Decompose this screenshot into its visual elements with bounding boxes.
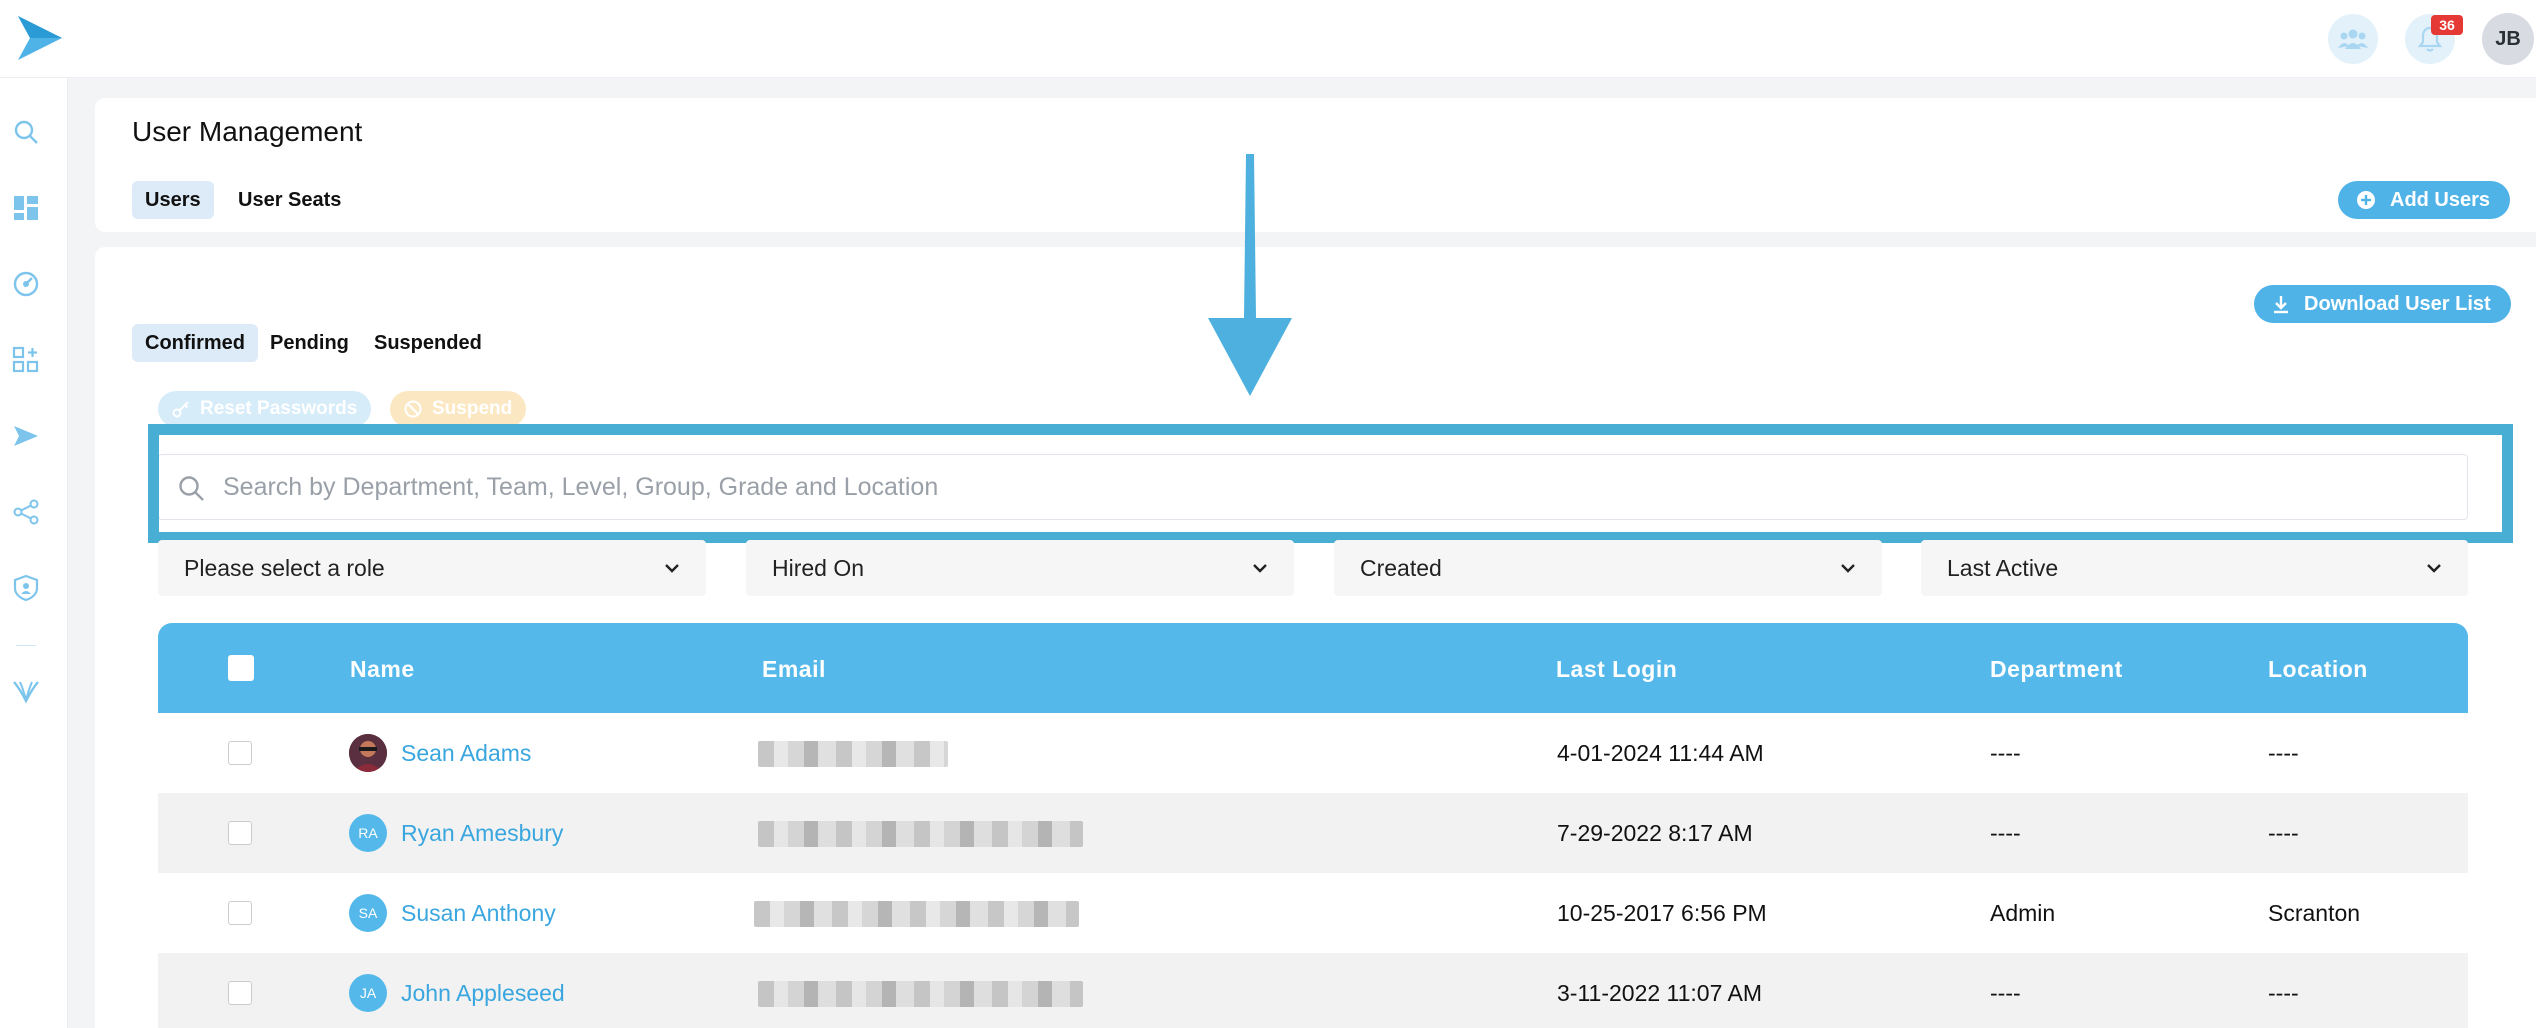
plus-circle-icon <box>2357 191 2375 209</box>
gauge-icon <box>13 271 39 297</box>
user-name-link[interactable]: Ryan Amesbury <box>401 820 563 847</box>
sidebar-item-analytics[interactable] <box>10 268 42 300</box>
row-checkbox[interactable] <box>228 821 252 845</box>
reset-passwords-button[interactable]: Reset Passwords <box>158 391 372 427</box>
page-header-card <box>95 98 2536 232</box>
location-value: ---- <box>2268 820 2299 846</box>
suspend-button[interactable]: Suspend <box>390 391 527 427</box>
sidebar-item-dashboard[interactable] <box>10 192 42 224</box>
avatar: RA <box>349 814 387 852</box>
hired-on-select-value: Hired On <box>772 554 865 581</box>
ban-icon <box>404 400 422 418</box>
share-icon <box>13 499 39 525</box>
chevron-down-icon <box>1253 564 1267 573</box>
table-row[interactable]: Sean Adams 4-01-2024 11:44 AM ---- ---- <box>158 713 2468 793</box>
sidebar-item-brand[interactable] <box>10 676 42 708</box>
tab-suspended[interactable]: Suspended <box>361 324 495 362</box>
tab-pending[interactable]: Pending <box>257 324 362 362</box>
leaf-icon <box>13 681 39 704</box>
avatar: SA <box>349 894 387 932</box>
department-value: ---- <box>1990 820 2021 846</box>
role-select-value: Please select a role <box>184 554 385 581</box>
department-value: ---- <box>1990 740 2021 766</box>
created-select[interactable]: Created <box>1334 540 1882 596</box>
column-header-email[interactable]: Email <box>762 656 826 683</box>
redacted-email <box>758 821 1083 847</box>
chevron-down-icon <box>1841 564 1855 573</box>
created-select-value: Created <box>1360 554 1442 581</box>
table-row[interactable]: RA Ryan Amesbury 7-29-2022 8:17 AM ---- … <box>158 793 2468 873</box>
avatar: JA <box>349 974 387 1012</box>
user-avatar[interactable]: JB <box>2482 13 2534 65</box>
last-login-value: 3-11-2022 11:07 AM <box>1557 980 1763 1006</box>
chevron-down-icon <box>665 564 679 573</box>
add-users-label: Add Users <box>2390 188 2491 211</box>
shield-user-icon <box>13 574 39 602</box>
team-button[interactable] <box>2328 14 2378 64</box>
last-login-value: 4-01-2024 11:44 AM <box>1557 740 1764 766</box>
sidebar-item-send[interactable] <box>10 420 42 452</box>
sidebar-item-search[interactable] <box>10 116 42 148</box>
page-title: User Management <box>132 116 363 147</box>
user-photo-icon <box>349 734 387 772</box>
top-bar <box>0 0 2536 78</box>
location-value: ---- <box>2268 980 2299 1006</box>
sidebar-item-share[interactable] <box>10 496 42 528</box>
search-icon <box>14 120 38 144</box>
redacted-email <box>758 981 1083 1007</box>
row-checkbox[interactable] <box>228 901 252 925</box>
row-checkbox[interactable] <box>228 981 252 1005</box>
location-value: ---- <box>2268 740 2299 766</box>
row-checkbox[interactable] <box>228 741 252 765</box>
download-icon <box>2274 296 2288 314</box>
last-active-select-value: Last Active <box>1947 554 2059 581</box>
last-active-select[interactable]: Last Active <box>1921 540 2468 596</box>
avatar <box>349 734 387 772</box>
sidebar <box>0 78 68 1028</box>
tab-users[interactable]: Users <box>132 181 214 219</box>
download-user-list-label: Download User List <box>2304 292 2491 315</box>
column-header-name[interactable]: Name <box>350 656 415 683</box>
add-users-button[interactable]: Add Users <box>2338 181 2511 219</box>
user-name-link[interactable]: Susan Anthony <box>401 900 556 927</box>
redacted-email <box>758 741 948 767</box>
key-icon <box>172 401 189 418</box>
reset-passwords-label: Reset Passwords <box>200 398 358 419</box>
sidebar-item-security[interactable] <box>10 572 42 604</box>
location-value: Scranton <box>2268 900 2361 926</box>
download-user-list-button[interactable]: Download User List <box>2254 285 2511 323</box>
sidebar-divider <box>16 645 36 646</box>
send-icon <box>14 426 38 446</box>
chevron-down-icon <box>2427 564 2441 573</box>
notification-badge: 36 <box>2431 15 2463 35</box>
last-login-value: 7-29-2022 8:17 AM <box>1557 820 1753 846</box>
role-select[interactable]: Please select a role <box>158 540 706 596</box>
table-header: Name Email Last Login Department Locatio… <box>158 623 2468 713</box>
annotation-highlight-box <box>148 424 2513 543</box>
column-header-location[interactable]: Location <box>2268 656 2368 683</box>
suspend-label: Suspend <box>432 398 513 419</box>
user-name-link[interactable]: John Appleseed <box>401 980 565 1007</box>
table-row[interactable]: SA Susan Anthony 10-25-2017 6:56 PM Admi… <box>158 873 2468 953</box>
hired-on-select[interactable]: Hired On <box>746 540 1294 596</box>
department-value: ---- <box>1990 980 2021 1006</box>
dashboard-icon <box>14 196 38 220</box>
table-row[interactable]: JA John Appleseed 3-11-2022 11:07 AM ---… <box>158 953 2468 1028</box>
redacted-email <box>754 901 1079 927</box>
annotation-arrow <box>1208 154 1292 396</box>
team-icon <box>2338 29 2368 49</box>
last-login-value: 10-25-2017 6:56 PM <box>1557 900 1767 926</box>
tab-user-seats[interactable]: User Seats <box>225 181 354 219</box>
select-all-checkbox[interactable] <box>228 655 254 681</box>
department-value: Admin <box>1990 900 2056 926</box>
column-header-last-login[interactable]: Last Login <box>1556 656 1677 683</box>
user-name-link[interactable]: Sean Adams <box>401 740 531 767</box>
column-header-department[interactable]: Department <box>1990 656 2123 683</box>
tab-confirmed[interactable]: Confirmed <box>132 324 258 362</box>
apps-add-icon <box>12 346 39 373</box>
logo-icon[interactable] <box>14 12 66 64</box>
sidebar-item-apps[interactable] <box>10 344 42 376</box>
